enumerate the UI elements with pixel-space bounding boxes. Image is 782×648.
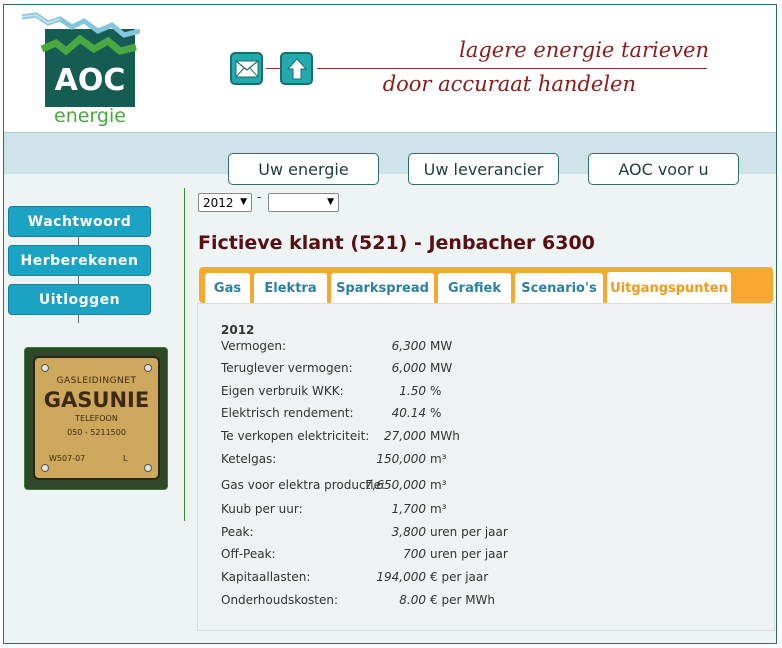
aoc-logo[interactable]: AOC energie [20,11,140,131]
setting-unit: m³ [430,478,447,492]
chevron-down-icon: ▼ [327,197,334,207]
sign-line-5: W507-07 [49,454,86,463]
logo-subtitle: energie [54,105,126,127]
setting-value: 700 [403,547,426,561]
setting-unit: € per MWh [430,593,496,607]
gasunie-sign: GASLEIDINGNET GASUNIE TELEFOON 050 - 521… [33,356,160,480]
setting-unit: € per jaar [430,570,489,584]
tab-scenarios[interactable]: Scenario's [515,273,603,303]
tab-sparkspread[interactable]: Sparkspread [331,273,434,303]
setting-label: Peak: [221,525,254,539]
setting-unit: uren per jaar [430,525,508,539]
setting-value: 6,000 [391,361,426,375]
logo-wordmark: AOC [54,63,126,98]
tab-uw-leverancier[interactable]: Uw leverancier [408,153,559,185]
setting-label: Kapitaallasten: [221,570,311,584]
tab-grafiek[interactable]: Grafiek [438,273,511,303]
setting-label: Vermogen: [221,339,287,353]
setting-label: Ketelgas: [221,452,277,466]
gasunie-sign-photo: GASLEIDINGNET GASUNIE TELEFOON 050 - 521… [24,347,168,490]
setting-value: 3,800 [391,525,426,539]
tab-uw-energie[interactable]: Uw energie [228,153,379,185]
bolt-icon [41,464,49,472]
sign-line-3: TELEFOON [75,414,118,423]
tab-aoc-voor-u[interactable]: AOC voor u [588,153,739,185]
uitloggen-button[interactable]: Uitloggen [8,284,151,315]
setting-value: 8.00 [399,593,426,607]
setting-unit: uren per jaar [430,547,508,561]
setting-value: 1,700 [391,502,426,516]
setting-label: Off-Peak: [221,547,276,561]
panel-year-heading: 2012 [221,323,255,337]
year-select[interactable]: 2012 ▼ [198,193,252,212]
mountain-icon [21,12,140,56]
sidebar-connector [78,315,79,323]
tab-elektra[interactable]: Elektra [254,273,327,303]
tagline-bottom: door accuraat handelen [382,72,636,96]
setting-value: 1.50 [399,384,426,398]
sign-line-6: L [123,454,128,463]
chevron-down-icon: ▼ [240,197,247,207]
tab-gas[interactable]: Gas [205,273,250,303]
tagline-top: lagere energie tarieven [459,38,709,62]
sidebar-connector [78,276,79,284]
filter-separator: - [257,190,262,204]
header: AOC energie lagere energie tarieven door… [4,5,776,132]
setting-unit: m³ [430,452,447,466]
setting-label: Kuub per uur: [221,502,303,516]
setting-unit: MW [430,339,453,353]
sign-line-2: GASUNIE [43,388,150,412]
bolt-icon [144,464,152,472]
bolt-icon [41,364,49,372]
mail-button[interactable] [230,52,263,85]
setting-unit: MW [430,361,453,375]
sidebar-connector [78,237,79,245]
sign-line-1: GASLEIDINGNET [56,376,137,386]
year-select-value: 2012 [203,195,234,210]
setting-value: 40.14 [391,406,426,420]
setting-unit: % [430,406,442,420]
bolt-icon [144,364,152,372]
mail-icon [235,60,258,77]
herberekenen-button[interactable]: Herberekenen [8,245,151,276]
setting-value: 6,300 [391,339,426,353]
setting-value: 150,000 [376,452,426,466]
tab-uitgangspunten[interactable]: Uitgangspunten [607,272,731,304]
setting-label: Onderhoudskosten: [221,593,339,607]
sign-line-4: 050 - 5211500 [67,428,126,437]
setting-unit: m³ [430,502,447,516]
setting-value: 194,000 [376,570,426,584]
period-select[interactable]: ▼ [268,193,339,212]
setting-value: 7,650,000 [364,478,426,492]
page-title: Fictieve klant (521) - Jenbacher 6300 [198,232,595,254]
content-divider [184,188,185,521]
setting-value: 27,000 [384,429,426,443]
wachtwoord-button[interactable]: Wachtwoord [8,206,151,237]
tagline-rule [317,68,707,69]
setting-unit: MWh [430,429,460,443]
setting-unit: % [430,384,442,398]
page-frame: AOC energie lagere energie tarieven door… [3,4,777,644]
